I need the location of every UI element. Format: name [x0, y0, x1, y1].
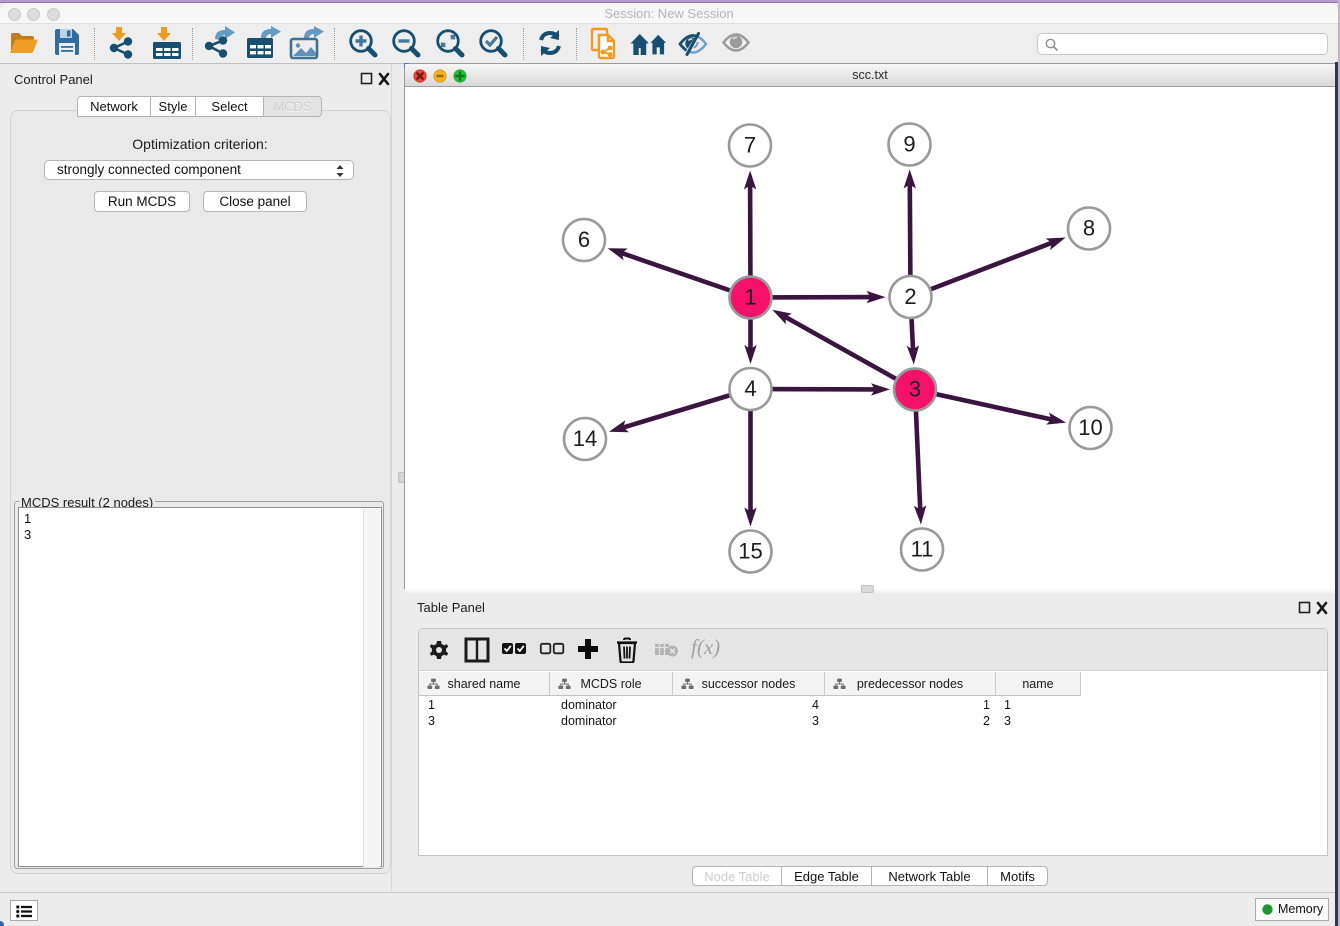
svg-text:2: 2 — [904, 284, 916, 309]
svg-text:9: 9 — [903, 132, 915, 157]
svg-text:11: 11 — [911, 537, 934, 562]
svg-text:8: 8 — [1083, 216, 1095, 241]
svg-text:15: 15 — [738, 539, 762, 564]
svg-text:6: 6 — [578, 227, 590, 252]
svg-text:7: 7 — [744, 133, 756, 158]
svg-text:4: 4 — [744, 376, 756, 401]
svg-text:3: 3 — [909, 377, 921, 402]
svg-text:10: 10 — [1078, 415, 1102, 440]
svg-text:14: 14 — [573, 426, 597, 451]
svg-text:1: 1 — [744, 285, 756, 310]
